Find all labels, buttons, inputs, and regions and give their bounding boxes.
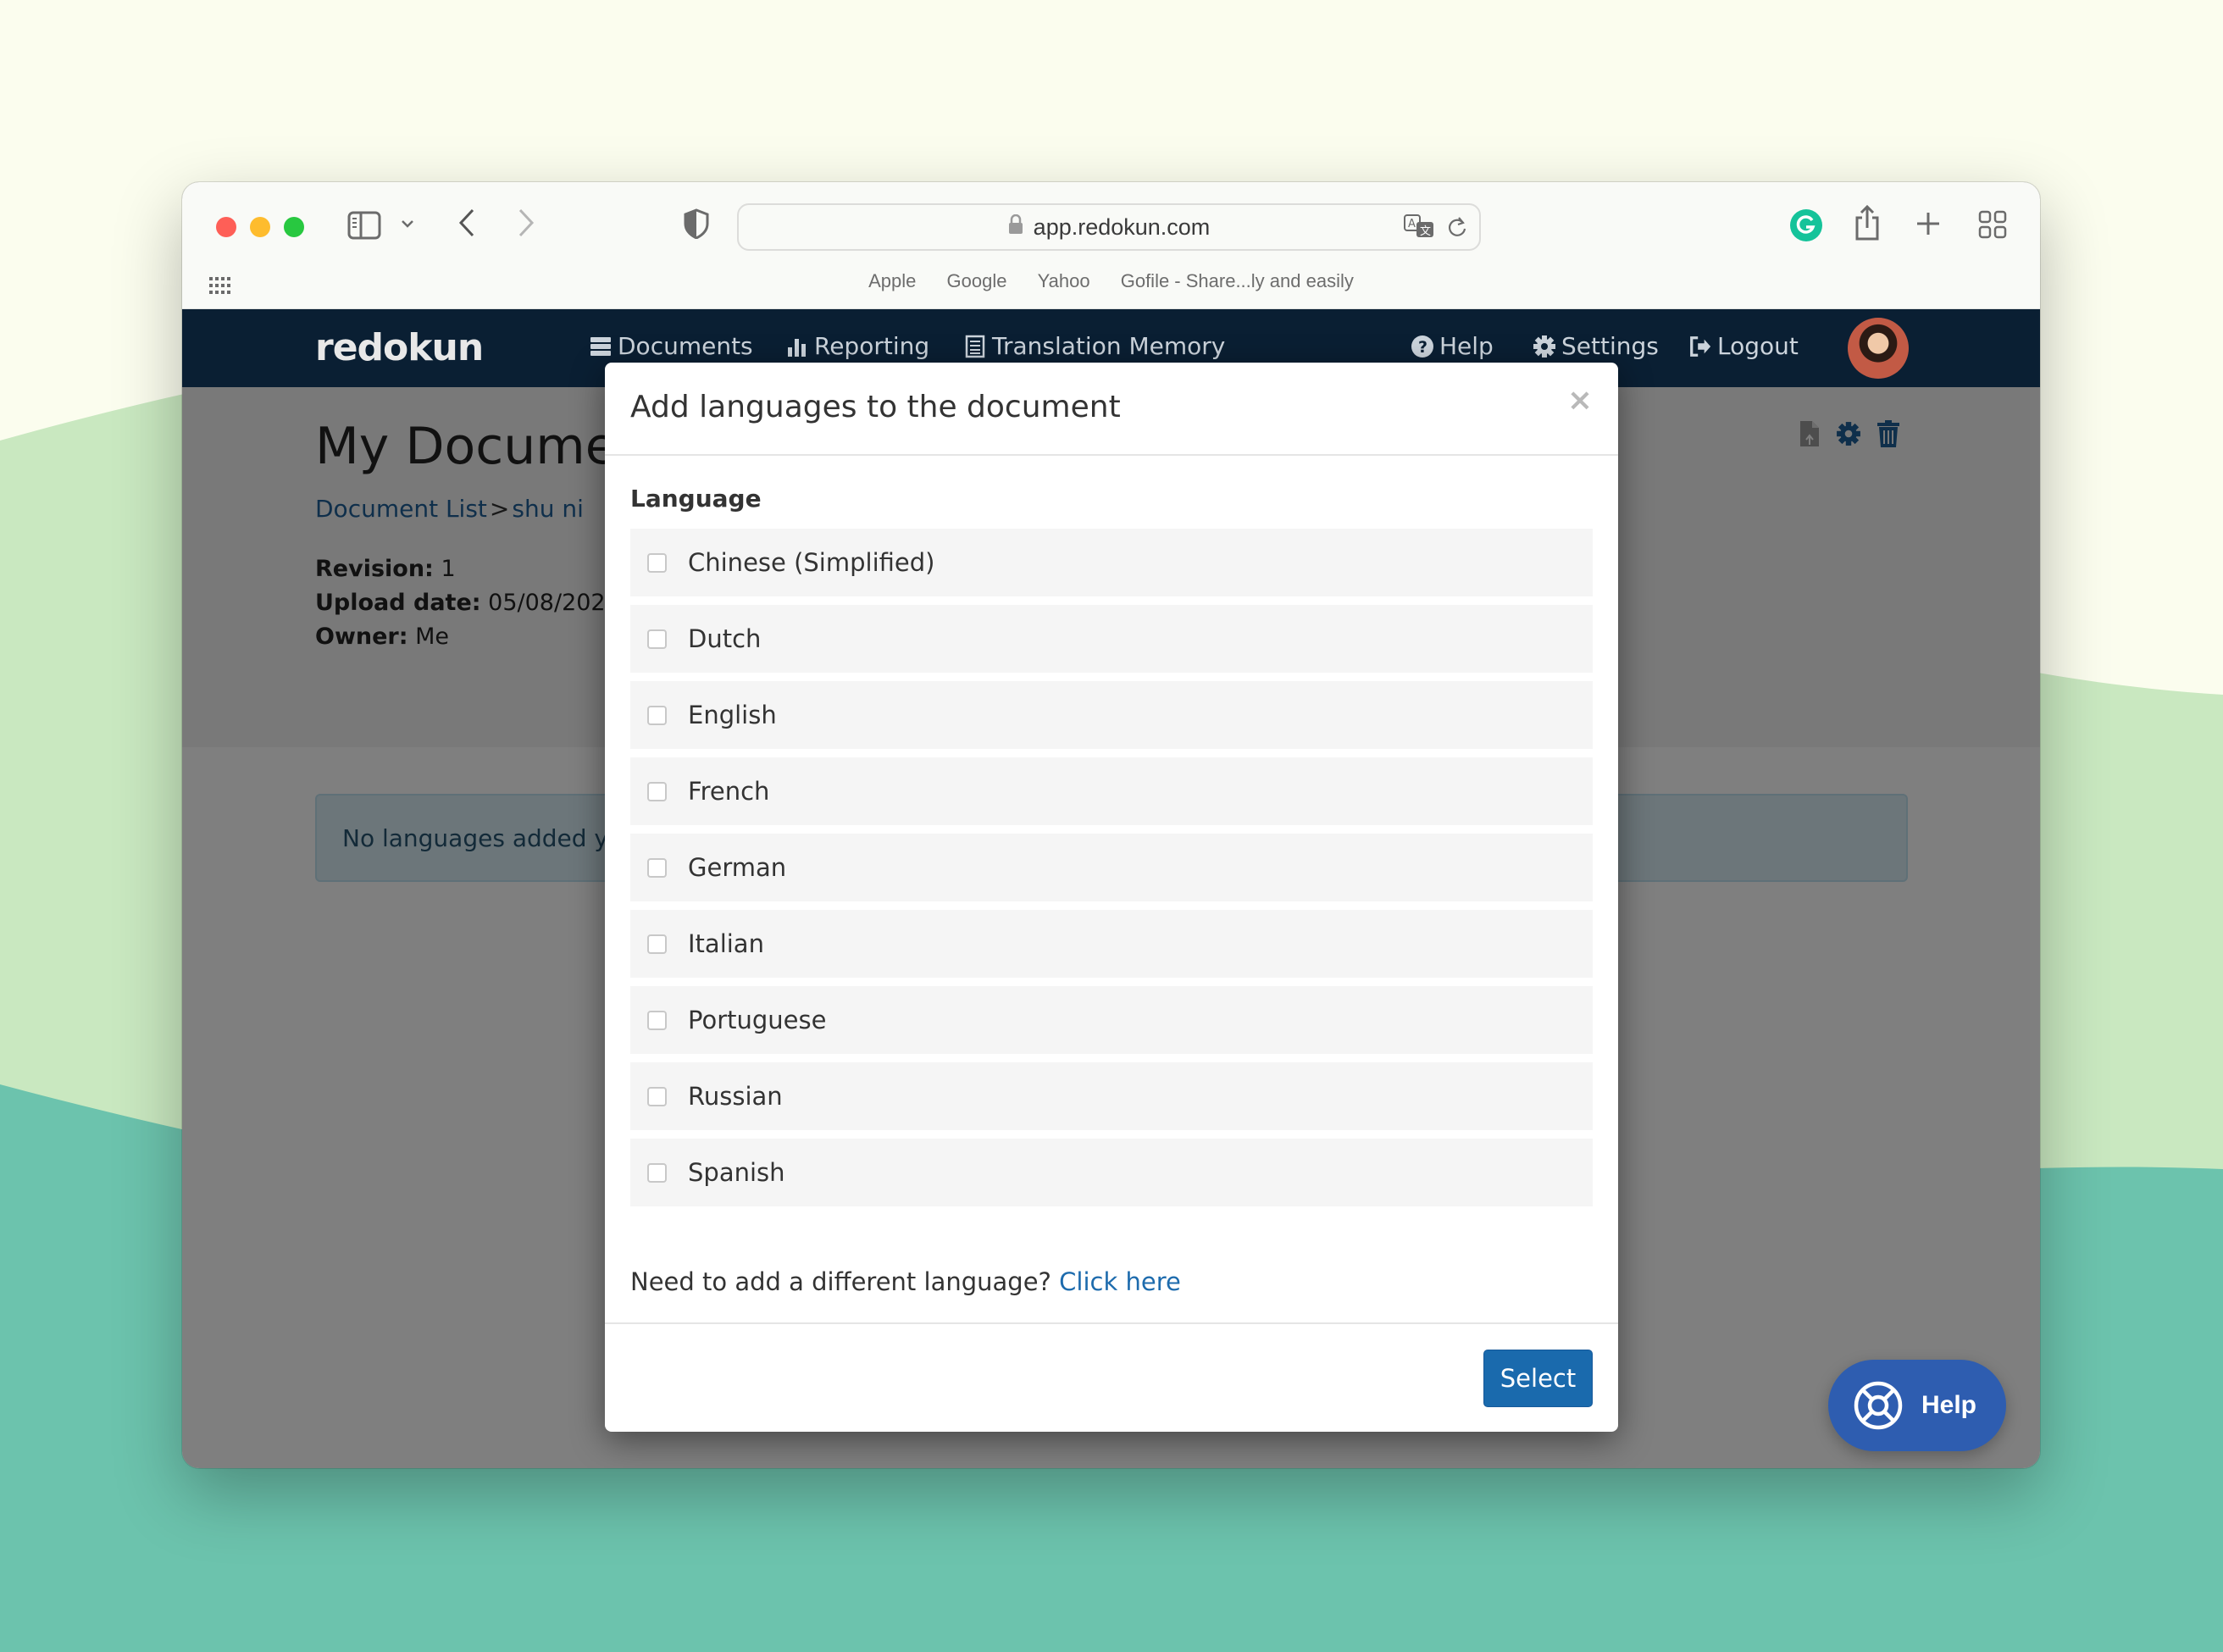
window-controls [216,217,304,237]
gear-icon [1533,335,1556,358]
language-checkbox[interactable] [647,705,667,725]
click-here-link[interactable]: Click here [1059,1267,1181,1296]
help-widget-button[interactable]: Help [1828,1360,2006,1451]
language-checkbox[interactable] [647,781,667,801]
nav-documents[interactable]: Documents [589,332,753,360]
language-option[interactable]: Portuguese [630,986,1593,1054]
address-bar[interactable]: app.redokun.com A文 [737,203,1481,251]
language-section-label: Language [630,485,762,513]
nav-translation-memory-label: Translation Memory [992,332,1226,360]
language-option[interactable]: English [630,681,1593,749]
language-option-label: Italian [688,929,764,958]
user-avatar[interactable] [1848,318,1909,379]
modal-title: Add languages to the document [630,390,1121,424]
language-option-label: Russian [688,1082,783,1111]
language-checkbox[interactable] [647,552,667,573]
zoom-window-button[interactable] [284,217,304,237]
modal-footer: Select [605,1322,1618,1432]
bookmark-apple[interactable]: Apple [868,270,916,291]
language-option-label: Chinese (Simplified) [688,548,935,577]
list-icon [963,335,987,358]
language-checkbox[interactable] [647,1010,667,1030]
language-list: Chinese (Simplified) Dutch English Frenc… [630,529,1593,1206]
close-icon[interactable]: × [1567,383,1593,418]
grammarly-icon[interactable] [1789,208,1823,242]
modal-header: Add languages to the document × [605,363,1618,456]
add-languages-modal: Add languages to the document × Language… [605,363,1618,1432]
language-option-label: French [688,777,770,806]
browser-toolbar: app.redokun.com A文 Apple Google Yahoo Go… [182,182,2040,309]
different-language-text: Need to add a different language? [630,1267,1051,1296]
svg-text:A: A [1408,218,1416,230]
nav-settings-label: Settings [1561,332,1659,360]
help-widget-label: Help [1921,1391,1977,1419]
close-window-button[interactable] [216,217,236,237]
modal-body: Language Chinese (Simplified) Dutch Engl… [605,485,1618,1296]
question-circle-icon: ? [1411,335,1434,358]
nav-logout[interactable]: Logout [1688,332,1799,360]
url-text: app.redokun.com [1033,213,1211,240]
translate-icon[interactable]: A文 [1403,213,1435,247]
bar-chart-icon [785,335,809,358]
language-checkbox[interactable] [647,934,667,954]
language-checkbox[interactable] [647,1162,667,1183]
nav-help[interactable]: ? Help [1411,332,1494,360]
nav-settings[interactable]: Settings [1533,332,1659,360]
bookmark-google[interactable]: Google [947,270,1007,291]
language-option[interactable]: Russian [630,1062,1593,1130]
nav-reporting[interactable]: Reporting [785,332,929,360]
language-option[interactable]: Dutch [630,605,1593,673]
language-checkbox[interactable] [647,857,667,878]
nav-help-label: Help [1439,332,1494,360]
bookmark-yahoo[interactable]: Yahoo [1038,270,1090,291]
bookmark-gofile[interactable]: Gofile - Share...ly and easily [1121,270,1354,291]
language-option[interactable]: French [630,757,1593,825]
tab-overview-icon[interactable] [1978,210,2007,239]
chevron-down-icon[interactable] [401,218,414,230]
nav-translation-memory[interactable]: Translation Memory [963,332,1225,360]
language-option-label: German [688,853,787,882]
nav-reporting-label: Reporting [814,332,930,360]
reload-icon[interactable] [1447,215,1467,245]
lock-icon [1008,213,1023,241]
language-option-label: Portuguese [688,1006,827,1034]
logout-icon [1688,335,1712,358]
back-icon[interactable] [457,208,476,238]
forward-icon[interactable] [517,208,535,238]
different-language-prompt: Need to add a different language? Click … [630,1267,1593,1296]
svg-text:文: 文 [1420,225,1431,238]
language-option-label: English [688,701,777,729]
language-checkbox[interactable] [647,1086,667,1106]
language-checkbox[interactable] [647,629,667,649]
language-option-label: Spanish [688,1158,785,1187]
shield-icon[interactable] [684,208,709,239]
minimize-window-button[interactable] [250,217,270,237]
brand-logo[interactable]: redokun [315,326,484,369]
nav-logout-label: Logout [1717,332,1799,360]
svg-text:?: ? [1418,338,1427,357]
language-option[interactable]: Italian [630,910,1593,978]
share-icon[interactable] [1854,204,1881,241]
web-page: redokun Documents Reporting Translation … [182,309,2040,1468]
bookmarks-bar: Apple Google Yahoo Gofile - Share...ly a… [182,270,2040,292]
select-button[interactable]: Select [1483,1350,1593,1407]
nav-documents-label: Documents [618,332,753,360]
language-option[interactable]: Spanish [630,1139,1593,1206]
language-option[interactable]: Chinese (Simplified) [630,529,1593,596]
sidebar-icon[interactable] [347,211,381,240]
lifebuoy-icon [1854,1381,1903,1430]
language-option-label: Dutch [688,624,762,653]
documents-icon [589,335,613,358]
language-option[interactable]: German [630,834,1593,901]
new-tab-icon[interactable] [1915,211,1941,236]
browser-window: app.redokun.com A文 Apple Google Yahoo Go… [182,182,2040,1468]
